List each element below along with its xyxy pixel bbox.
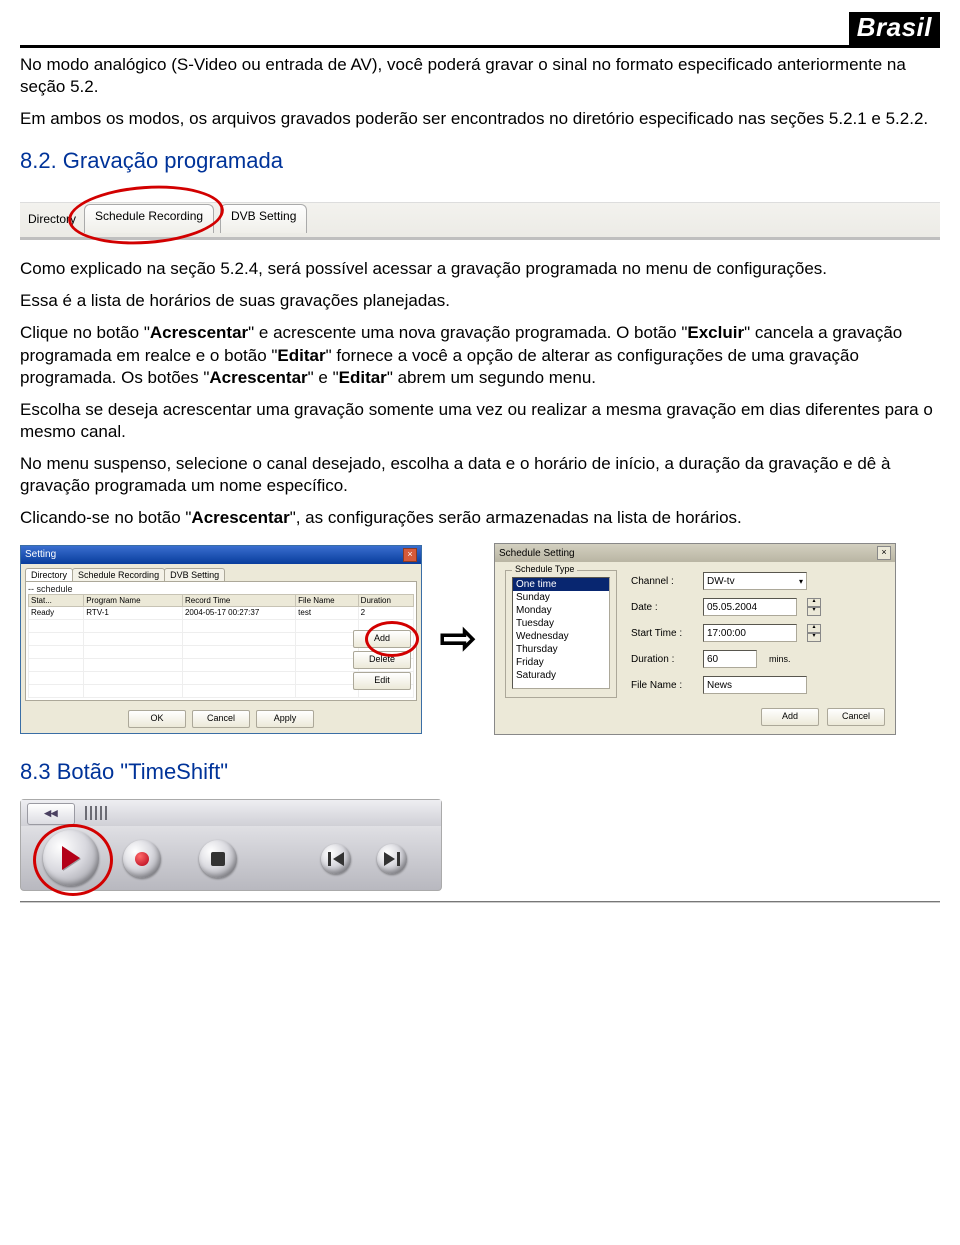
body-8-2-p3: Clique no botão "Acrescentar" e acrescen…: [20, 322, 940, 388]
intro-paragraph-1: No modo analógico (S-Video ou entrada de…: [20, 54, 940, 98]
slider-ticks-icon: [85, 806, 107, 820]
file-name-input[interactable]: News: [703, 676, 807, 694]
schedule-list-label: -- schedule: [28, 584, 414, 594]
rewind-button[interactable]: ◂◂: [27, 803, 75, 825]
chevron-down-icon: ▾: [799, 577, 803, 586]
channel-select[interactable]: DW-tv▾: [703, 572, 807, 590]
figure-dialogs-row: Setting × Directory Schedule Recording D…: [20, 543, 940, 735]
list-item[interactable]: Thursday: [513, 643, 609, 656]
record-icon: [135, 852, 149, 866]
setting-titlebar: Setting ×: [21, 546, 421, 564]
body-8-2-p5: No menu suspenso, selecione o canal dese…: [20, 453, 940, 497]
body-8-2-p4: Escolha se deseja acrescentar uma gravaç…: [20, 399, 940, 443]
tab-schedule-recording[interactable]: Schedule Recording: [84, 204, 214, 233]
start-time-input[interactable]: 17:00:00: [703, 624, 797, 642]
intro-paragraph-2: Em ambos os modos, os arquivos gravados …: [20, 108, 940, 130]
body-8-2-p1: Como explicado na seção 5.2.4, será poss…: [20, 258, 940, 280]
date-label: Date :: [631, 602, 695, 613]
duration-input[interactable]: 60: [703, 650, 757, 668]
add-button[interactable]: Add: [761, 708, 819, 726]
tab-dvb-setting[interactable]: DVB Setting: [164, 568, 225, 581]
body-8-2-p2: Essa é a lista de horários de suas grava…: [20, 290, 940, 312]
list-item[interactable]: One time: [513, 578, 609, 591]
edit-button[interactable]: Edit: [353, 672, 411, 690]
channel-label: Channel :: [631, 576, 695, 587]
cancel-button[interactable]: Cancel: [192, 710, 250, 728]
section-8-3-title: 8.3 Botão "TimeShift": [20, 759, 940, 785]
brand-badge: Brasil: [849, 12, 940, 45]
section-8-2-title: 8.2. Gravação programada: [20, 148, 940, 174]
list-item[interactable]: Monday: [513, 604, 609, 617]
stop-icon: [211, 852, 225, 866]
date-spinner[interactable]: ▴▾: [807, 598, 821, 616]
start-time-spinner[interactable]: ▴▾: [807, 624, 821, 642]
arrow-right-icon: ⇨: [436, 617, 480, 661]
close-icon[interactable]: ×: [403, 548, 417, 562]
list-item[interactable]: Saturady: [513, 669, 609, 682]
play-button[interactable]: [43, 830, 99, 886]
apply-button[interactable]: Apply: [256, 710, 314, 728]
list-item[interactable]: Friday: [513, 656, 609, 669]
next-button[interactable]: [377, 844, 407, 874]
cancel-button[interactable]: Cancel: [827, 708, 885, 726]
record-button[interactable]: [123, 840, 161, 878]
player-bar: ◂◂: [20, 799, 442, 891]
header-bar: Brasil: [20, 12, 940, 48]
ok-button[interactable]: OK: [128, 710, 186, 728]
list-item[interactable]: Tuesday: [513, 617, 609, 630]
play-icon: [62, 846, 80, 870]
list-item[interactable]: Wednesday: [513, 630, 609, 643]
body-8-2-p6: Clicando-se no botão "Acrescentar", as c…: [20, 507, 940, 529]
schedule-setting-window: Schedule Setting × Schedule Type One tim…: [494, 543, 896, 735]
figure-tabs: Directory Schedule Recording DVB Setting: [20, 188, 940, 242]
footer-divider: [20, 901, 940, 902]
list-item[interactable]: Sunday: [513, 591, 609, 604]
date-input[interactable]: 05.05.2004: [703, 598, 797, 616]
prev-button[interactable]: [321, 844, 351, 874]
add-button[interactable]: Add: [353, 630, 411, 648]
tab-schedule-recording[interactable]: Schedule Recording: [72, 568, 165, 581]
schedule-setting-titlebar: Schedule Setting ×: [495, 544, 895, 562]
delete-button[interactable]: Delete: [353, 651, 411, 669]
stop-button[interactable]: [199, 840, 237, 878]
table-row[interactable]: Ready RTV-1 2004-05-17 00:27:37 test 2: [29, 606, 414, 619]
skip-next-icon: [384, 852, 400, 866]
start-time-label: Start Time :: [631, 628, 695, 639]
schedule-type-group: Schedule Type One time Sunday Monday Tue…: [505, 570, 617, 698]
schedule-type-listbox[interactable]: One time Sunday Monday Tuesday Wednesday…: [512, 577, 610, 689]
tab-directory[interactable]: Directory: [25, 568, 73, 581]
tab-dvb-setting[interactable]: DVB Setting: [220, 204, 307, 233]
duration-label: Duration :: [631, 654, 695, 665]
skip-prev-icon: [328, 852, 344, 866]
setting-window: Setting × Directory Schedule Recording D…: [20, 545, 422, 734]
file-name-label: File Name :: [631, 680, 695, 691]
close-icon[interactable]: ×: [877, 546, 891, 560]
tab-directory-label: Directory: [28, 212, 76, 226]
